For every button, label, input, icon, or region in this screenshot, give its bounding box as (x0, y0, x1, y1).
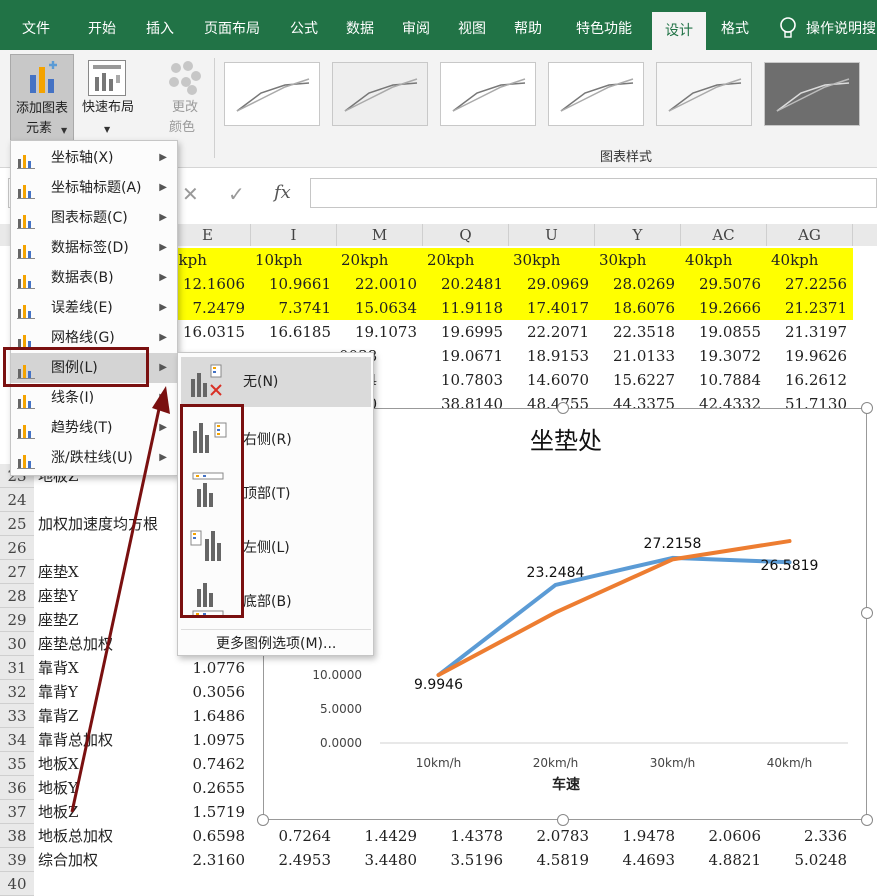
annotation-arrow (70, 386, 170, 813)
